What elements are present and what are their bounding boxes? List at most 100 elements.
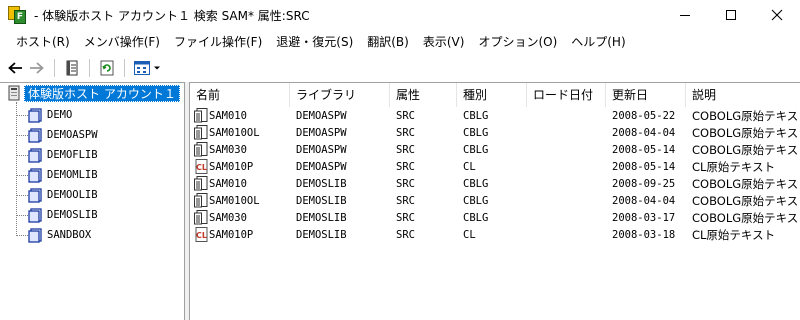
- cell-kind: CBLG: [463, 177, 489, 190]
- tree-connector-line: [16, 114, 28, 116]
- menu-file-ops[interactable]: ファイル操作(F): [167, 30, 269, 54]
- arrow-right-icon: [30, 62, 44, 74]
- refresh-button[interactable]: [96, 57, 118, 79]
- table-row[interactable]: SAM010OL DEMOSLIB SRC CBLG 2008-04-04 CO…: [190, 192, 800, 209]
- tree-item-library[interactable]: SANDBOX: [16, 225, 91, 245]
- tree-connector-line: [16, 174, 28, 176]
- member-name: SAM010: [209, 109, 247, 122]
- cell-kind: CBLG: [463, 126, 489, 139]
- cl-source-icon: CL: [195, 227, 208, 242]
- library-icon: [28, 187, 42, 203]
- tree-root-host[interactable]: 体験版ホスト アカウント１: [8, 84, 180, 102]
- cell-library: DEMOASPW: [296, 109, 347, 122]
- cell-attribute: SRC: [396, 228, 415, 241]
- cell-description: CL原始テキスト: [692, 227, 776, 242]
- table-row[interactable]: SAM010 DEMOSLIB SRC CBLG 2008-09-25 COBO…: [190, 175, 800, 192]
- table-row[interactable]: SAM030 DEMOASPW SRC CBLG 2008-05-14 COBO…: [190, 141, 800, 158]
- cobol-source-icon: [194, 176, 208, 191]
- column-header-kind[interactable]: 種別: [457, 83, 527, 107]
- refresh-icon: [100, 60, 114, 76]
- close-icon: [771, 9, 783, 21]
- cell-library: DEMOASPW: [296, 126, 347, 139]
- cell-attribute: SRC: [396, 211, 415, 224]
- cell-kind: CBLG: [463, 211, 489, 224]
- cell-updated: 2008-05-14: [612, 160, 676, 173]
- tree-item-library[interactable]: DEMOASPW: [16, 125, 98, 145]
- view-mode-button[interactable]: [131, 57, 163, 79]
- cell-name: SAM030: [190, 210, 290, 225]
- table-row[interactable]: CL SAM010P DEMOSLIB SRC CL 2008-03-18 CL原…: [190, 226, 800, 243]
- cell-description: CL原始テキスト: [692, 159, 776, 174]
- menu-member-ops[interactable]: メンバ操作(F): [77, 30, 167, 54]
- tree-connector-line: [16, 194, 28, 196]
- cell-kind: CBLG: [463, 194, 489, 207]
- cell-name: SAM010: [190, 176, 290, 191]
- menu-help[interactable]: ヘルプ(H): [564, 30, 632, 54]
- column-header-load-date[interactable]: ロード日付: [527, 83, 606, 107]
- menu-translate[interactable]: 翻訳(B): [360, 30, 416, 54]
- toolbar-separator: [124, 59, 125, 77]
- cell-attribute: SRC: [396, 126, 415, 139]
- library-icon: [28, 127, 42, 143]
- back-button[interactable]: [4, 57, 26, 79]
- tree-item-label: DEMOOLIB: [47, 189, 98, 201]
- tree-item-library[interactable]: DEMOMLIB: [16, 165, 98, 185]
- table-row[interactable]: SAM010OL DEMOASPW SRC CBLG 2008-04-04 CO…: [190, 124, 800, 141]
- library-icon: [28, 227, 42, 243]
- cobol-source-icon: [194, 125, 208, 140]
- table-row[interactable]: SAM030 DEMOSLIB SRC CBLG 2008-03-17 COBO…: [190, 209, 800, 226]
- column-header-library[interactable]: ライブラリ: [290, 83, 390, 107]
- host-icon: [8, 85, 20, 101]
- cobol-source-icon: [194, 142, 208, 157]
- tree-item-library[interactable]: DEMOOLIB: [16, 185, 98, 205]
- app-icon-part: F: [14, 10, 26, 24]
- column-header-attribute[interactable]: 属性: [390, 83, 457, 107]
- cell-library: DEMOSLIB: [296, 211, 347, 224]
- tree-item-library[interactable]: DEMO: [16, 105, 72, 125]
- svg-text:CL: CL: [196, 163, 207, 172]
- cell-updated: 2008-04-04: [612, 194, 676, 207]
- column-header-description[interactable]: 説明: [686, 83, 800, 107]
- tree-item-label: DEMOMLIB: [47, 169, 98, 181]
- tree-item-label: DEMOSLIB: [47, 209, 98, 221]
- cell-kind: CBLG: [463, 109, 489, 122]
- tree-connector-line: [16, 214, 28, 216]
- cell-updated: 2008-05-14: [612, 143, 676, 156]
- library-icon: [28, 167, 42, 183]
- cell-updated: 2008-09-25: [612, 177, 676, 190]
- tree-connector-line: [16, 154, 28, 156]
- cell-updated: 2008-03-17: [612, 211, 676, 224]
- tree-item-library[interactable]: DEMOSLIB: [16, 205, 98, 225]
- cobol-source-icon: [194, 193, 208, 208]
- tree-item-label: SANDBOX: [47, 229, 92, 241]
- maximize-button[interactable]: [708, 0, 754, 30]
- cell-updated: 2008-04-04: [612, 126, 676, 139]
- cell-name: CL SAM010P: [190, 159, 290, 174]
- minimize-button[interactable]: [662, 0, 708, 30]
- menu-backup-restore[interactable]: 退避・復元(S): [269, 30, 360, 54]
- member-name: SAM030: [209, 143, 247, 156]
- list-header: 名前 ライブラリ 属性 種別 ロード日付 更新日 説明: [190, 83, 800, 107]
- cl-source-icon: CL: [195, 159, 208, 174]
- cobol-source-icon: [194, 210, 208, 225]
- menu-view[interactable]: 表示(V): [416, 30, 472, 54]
- library-icon: [28, 107, 42, 123]
- cell-library: DEMOASPW: [296, 143, 347, 156]
- column-header-updated[interactable]: 更新日: [606, 83, 686, 107]
- table-row[interactable]: CL SAM010P DEMOASPW SRC CL 2008-05-14 CL原…: [190, 158, 800, 175]
- tree-item-library[interactable]: DEMOFLIB: [16, 145, 98, 165]
- member-name: SAM030: [209, 211, 247, 224]
- member-name: SAM010: [209, 177, 247, 190]
- properties-button[interactable]: [61, 57, 83, 79]
- column-header-name[interactable]: 名前: [190, 83, 290, 107]
- member-name: SAM010OL: [209, 126, 260, 139]
- table-row[interactable]: SAM010 DEMOASPW SRC CBLG 2008-05-22 COBO…: [190, 107, 800, 124]
- menu-host[interactable]: ホスト(R): [9, 30, 77, 54]
- forward-button[interactable]: [26, 57, 48, 79]
- cell-name: SAM010: [190, 108, 290, 123]
- member-name: SAM010P: [209, 228, 254, 241]
- tree-item-label: DEMOASPW: [47, 129, 98, 141]
- close-button[interactable]: [754, 0, 800, 30]
- cell-attribute: SRC: [396, 177, 415, 190]
- menu-options[interactable]: オプション(O): [471, 30, 564, 54]
